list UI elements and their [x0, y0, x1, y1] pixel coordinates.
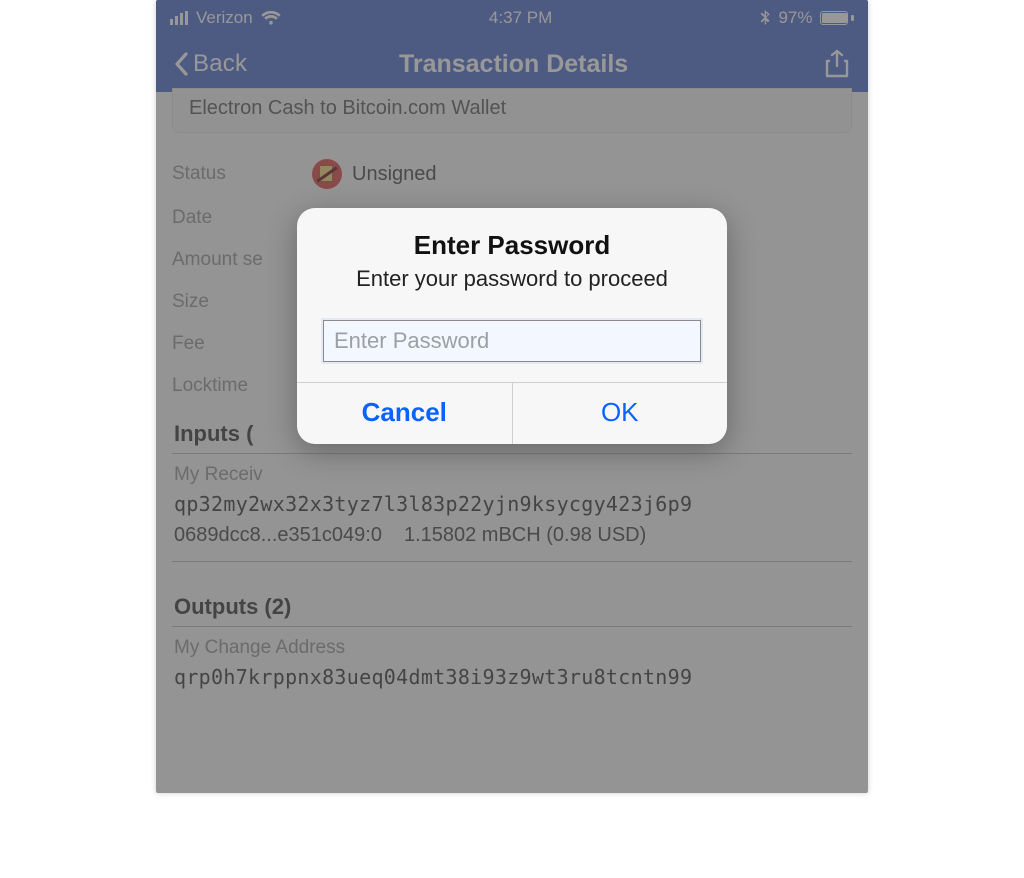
- clock: 4:37 PM: [489, 8, 552, 28]
- outputs-heading: Outputs (2): [172, 580, 852, 627]
- phone-frame: Verizon 4:37 PM 97%: [156, 0, 868, 793]
- page-title: Transaction Details: [207, 50, 820, 79]
- label-locktime: Locktime: [172, 375, 312, 397]
- wifi-icon: [261, 11, 281, 26]
- signal-icon: [170, 11, 188, 25]
- bluetooth-icon: [760, 10, 770, 27]
- status-value: Unsigned: [352, 163, 437, 186]
- output-address[interactable]: qrp0h7krppnx83ueq04dmt38i93z9wt3ru8tcntn…: [172, 661, 852, 693]
- status-bar: Verizon 4:37 PM 97%: [156, 0, 868, 36]
- carrier-label: Verizon: [196, 8, 253, 28]
- battery-icon: [820, 11, 854, 25]
- label-size: Size: [172, 291, 312, 313]
- input-amount: 1.15802 mBCH (0.98 USD): [404, 524, 646, 546]
- modal-message: Enter your password to proceed: [323, 265, 701, 294]
- row-status: Status Unsigned: [172, 151, 852, 197]
- label-status: Status: [172, 163, 312, 185]
- chevron-left-icon: [174, 52, 189, 76]
- share-icon: [824, 49, 850, 79]
- input-address[interactable]: qp32my2wx32x3tyz7l3l83p22yjn9ksycgy423j6…: [172, 488, 852, 520]
- label-fee: Fee: [172, 333, 312, 355]
- input-detail: 0689dcc8...e351c049:0 1.15802 mBCH (0.98 …: [172, 520, 852, 562]
- cancel-button[interactable]: Cancel: [297, 383, 513, 444]
- password-input[interactable]: [323, 320, 701, 362]
- label-date: Date: [172, 207, 312, 229]
- nav-bar: Back Transaction Details: [156, 36, 868, 92]
- share-button[interactable]: [820, 49, 850, 79]
- modal-title: Enter Password: [323, 230, 701, 261]
- battery-pct: 97%: [778, 8, 812, 28]
- label-amount: Amount se: [172, 249, 312, 271]
- outputs-sublabel: My Change Address: [172, 627, 852, 661]
- password-modal: Enter Password Enter your password to pr…: [297, 208, 727, 444]
- inputs-sublabel: My Receiv: [172, 454, 852, 488]
- tx-description: Electron Cash to Bitcoin.com Wallet: [172, 88, 852, 133]
- input-txid[interactable]: 0689dcc8...e351c049:0: [174, 524, 382, 546]
- ok-button[interactable]: OK: [513, 383, 728, 444]
- unsigned-icon: [312, 159, 342, 189]
